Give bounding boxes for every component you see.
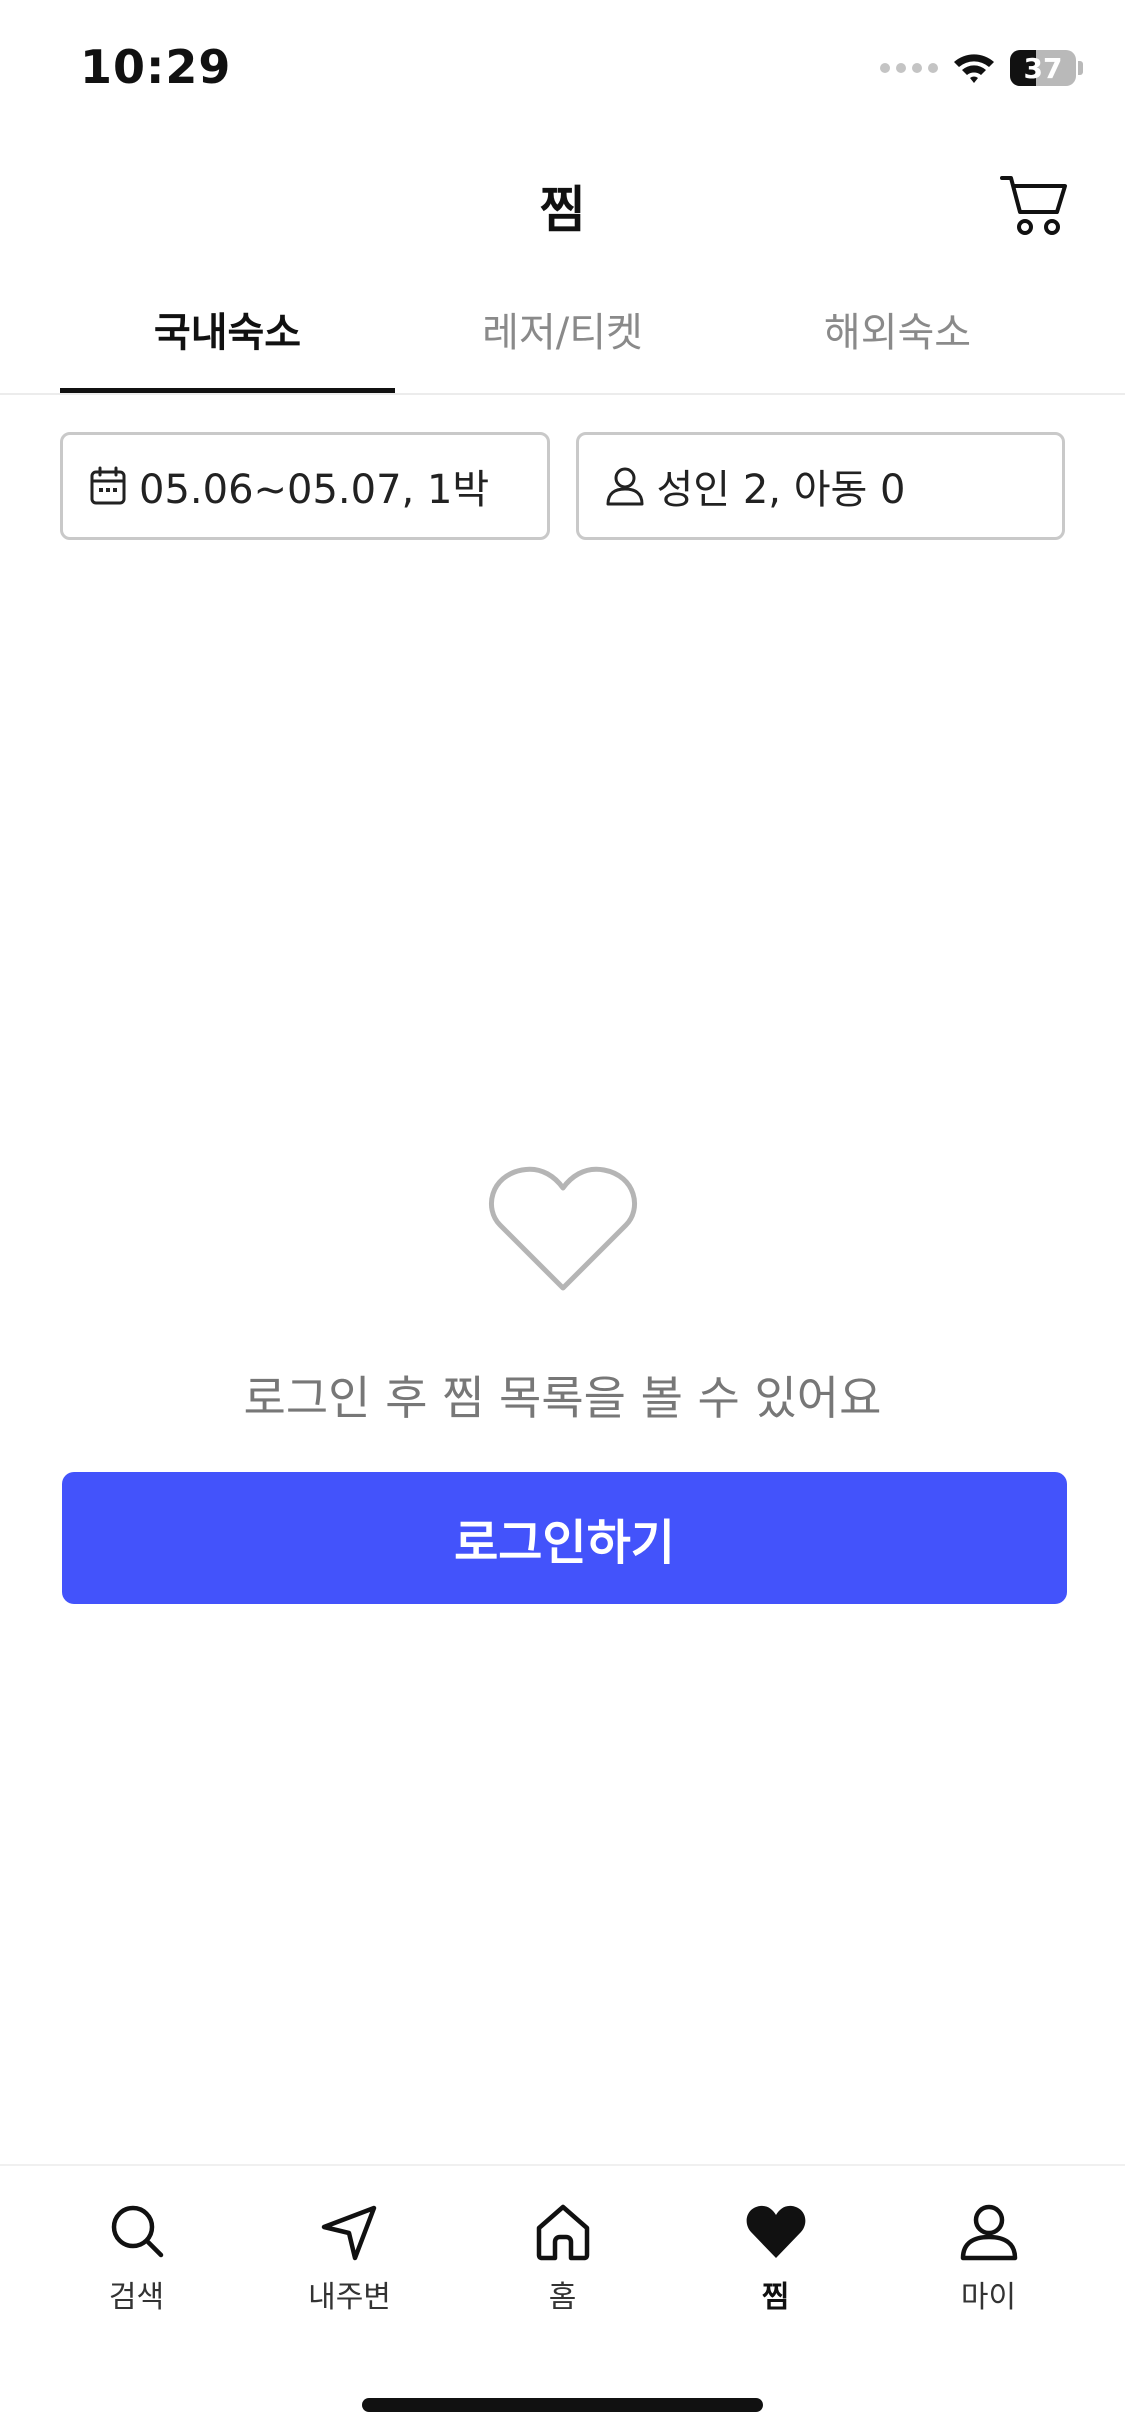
bottom-navigation: 검색 내주변 홈 찜 마이 xyxy=(0,2164,1125,2436)
date-filter-button[interactable]: 05.06~05.07, 1박 xyxy=(60,432,550,540)
date-filter-label: 05.06~05.07, 1박 xyxy=(139,467,490,513)
nav-item-home[interactable]: 홈 xyxy=(456,2166,669,2316)
tab-overseas-stay[interactable]: 해외숙소 xyxy=(730,270,1065,394)
heart-filled-icon xyxy=(746,2205,805,2258)
tab-leisure-ticket[interactable]: 레저/티켓 xyxy=(395,270,730,394)
nav-label-my: 마이 xyxy=(960,2280,1017,2315)
navigation-arrow-icon xyxy=(321,2205,376,2261)
nav-label-home: 홈 xyxy=(548,2280,577,2315)
category-tabs: 국내숙소 레저/티켓 해외숙소 xyxy=(60,270,1065,394)
status-time: 10:29 xyxy=(80,40,232,94)
cart-icon xyxy=(1000,176,1067,235)
nav-label-search: 검색 xyxy=(108,2280,165,2315)
search-icon xyxy=(111,2205,163,2258)
tabs-divider xyxy=(0,393,1125,395)
status-bar: 10:29 37 xyxy=(0,0,1125,140)
empty-state-message: 로그인 후 찜 목록을 볼 수 있어요 xyxy=(243,1371,882,1425)
nav-item-nearby[interactable]: 내주변 xyxy=(243,2166,456,2316)
wifi-icon xyxy=(954,54,994,83)
user-icon xyxy=(960,2204,1017,2261)
nav-item-wishlist[interactable]: 찜 xyxy=(669,2166,882,2316)
home-indicator xyxy=(362,2398,763,2412)
cellular-dots-icon xyxy=(880,63,938,73)
nav-label-wishlist: 찜 xyxy=(761,2280,790,2315)
login-button[interactable]: 로그인하기 xyxy=(62,1472,1067,1604)
person-icon xyxy=(606,467,643,506)
cart-button[interactable] xyxy=(999,172,1069,238)
battery-icon: 37 xyxy=(1010,50,1083,86)
home-icon xyxy=(536,2204,589,2261)
battery-level: 37 xyxy=(1023,51,1063,85)
calendar-icon xyxy=(90,466,126,505)
filter-bar: 05.06~05.07, 1박 성인 2, 아동 0 xyxy=(60,432,1065,540)
guest-filter-label: 성인 2, 아동 0 xyxy=(656,467,906,513)
heart-outline-icon xyxy=(489,1166,637,1291)
nav-item-my[interactable]: 마이 xyxy=(882,2166,1095,2316)
status-indicators: 37 xyxy=(880,48,1083,88)
nav-label-nearby: 내주변 xyxy=(308,2280,391,2315)
guest-filter-button[interactable]: 성인 2, 아동 0 xyxy=(575,432,1065,540)
page-title: 찜 xyxy=(539,181,586,239)
nav-item-search[interactable]: 검색 xyxy=(30,2166,243,2316)
tab-domestic-stay[interactable]: 국내숙소 xyxy=(60,270,395,394)
